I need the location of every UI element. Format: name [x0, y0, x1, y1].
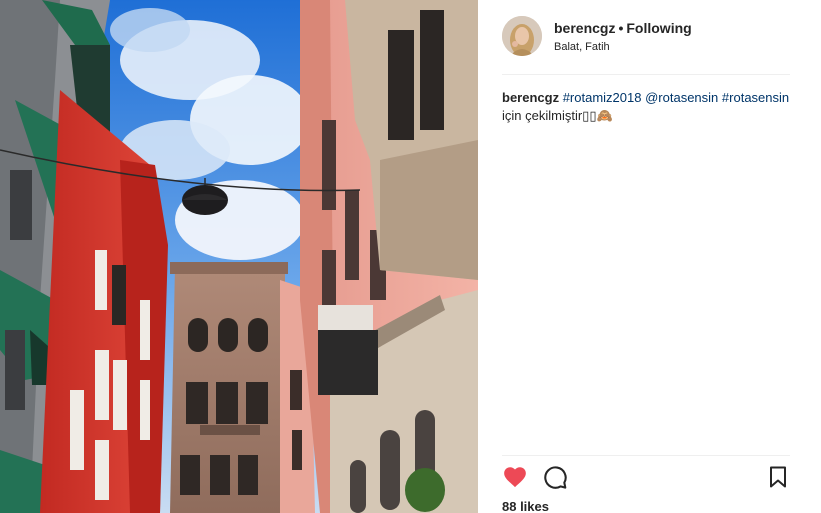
avatar-image	[502, 16, 542, 56]
likes-count[interactable]: 88 likes	[502, 499, 549, 513]
header-divider	[502, 74, 790, 75]
hashtag-link-rotamiz2018[interactable]: #rotamiz2018	[563, 90, 642, 105]
post-header: berencgz • Following Balat, Fatih	[502, 16, 790, 58]
heart-filled-icon	[504, 467, 526, 488]
street-photo-illustration	[0, 0, 478, 513]
post-sidebar: berencgz • Following Balat, Fatih berencgz…	[478, 0, 821, 513]
location-link[interactable]: Balat, Fatih	[554, 41, 610, 53]
comment-bubble-icon	[544, 466, 567, 489]
actions-divider	[502, 455, 790, 456]
post-actions	[502, 464, 790, 494]
bookmark-icon	[770, 466, 786, 488]
avatar[interactable]	[502, 16, 542, 56]
comment-button[interactable]	[542, 464, 570, 492]
caption-author-link[interactable]: berencgz	[502, 90, 559, 105]
following-button[interactable]: Following	[626, 20, 691, 36]
like-button[interactable]	[502, 464, 530, 492]
post-photo[interactable]	[0, 0, 478, 513]
save-button[interactable]	[766, 464, 794, 492]
separator-dot: •	[618, 20, 624, 36]
mention-link-rotasensin[interactable]: @rotasensin	[645, 90, 718, 105]
hashtag-link-rotasensin[interactable]: #rotasensin	[722, 90, 789, 105]
post-caption: berencgz #rotamiz2018 @rotasensin #rotas…	[502, 89, 792, 125]
caption-text: için çekilmiştir▯▯🙈	[502, 108, 613, 123]
username-line: berencgz • Following	[554, 20, 692, 36]
post-window: berencgz • Following Balat, Fatih berencgz…	[0, 0, 821, 513]
username-link[interactable]: berencgz	[554, 20, 615, 36]
